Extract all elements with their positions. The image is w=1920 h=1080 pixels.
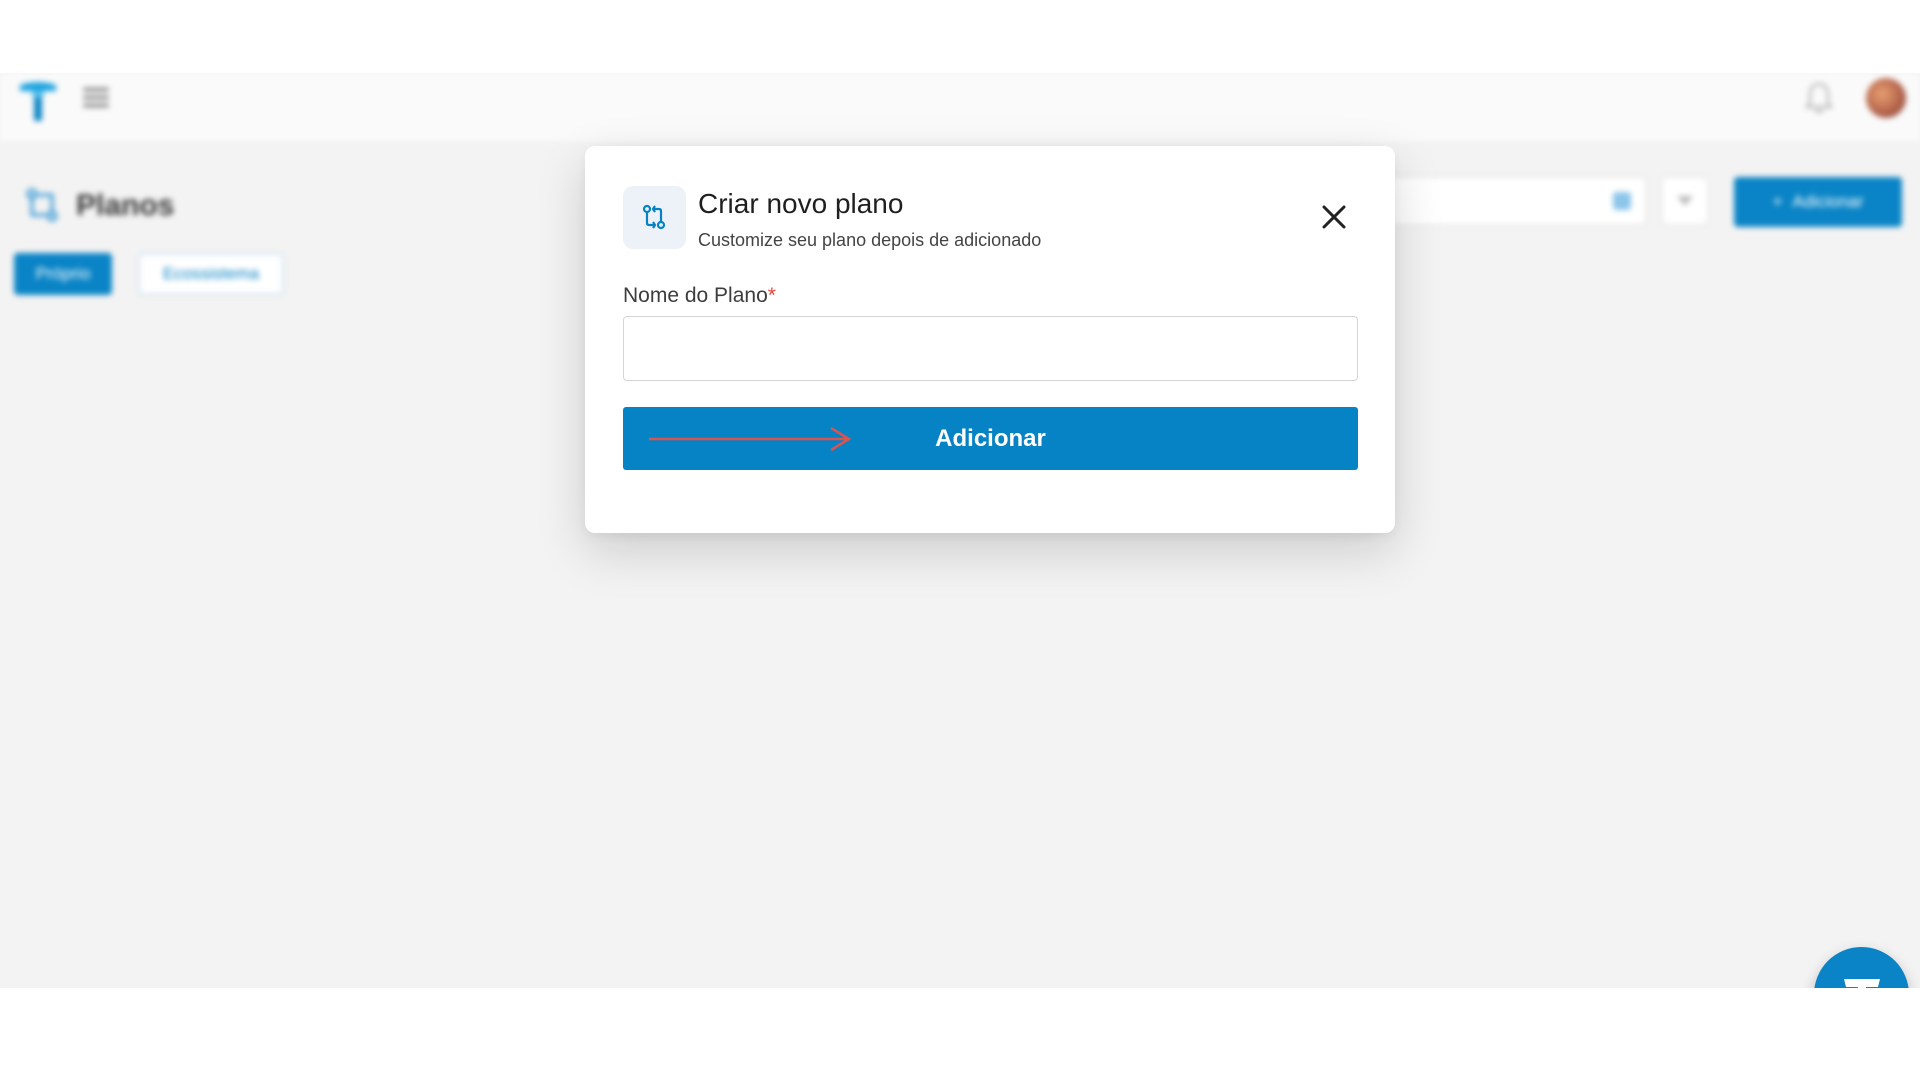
filter-dropdown[interactable] <box>1662 177 1708 225</box>
help-chat-button[interactable] <box>1814 947 1909 988</box>
screen: Planos Próprio Ecossistema + Adicionar C… <box>0 0 1920 1080</box>
modal-subtitle: Customize seu plano depois de adicionado <box>698 230 1042 250</box>
add-plan-button[interactable]: + Adicionar <box>1734 177 1902 227</box>
plan-name-label: Nome do Plano* <box>623 284 776 308</box>
bell-icon[interactable] <box>1804 81 1834 115</box>
page-title: Planos <box>76 189 175 222</box>
tab-ecossistema[interactable]: Ecossistema <box>138 253 284 295</box>
add-plan-button-label: Adicionar <box>1792 192 1864 211</box>
tab-proprio[interactable]: Próprio <box>14 253 112 295</box>
create-plan-modal: Criar novo plano Customize seu plano dep… <box>585 146 1395 533</box>
required-marker: * <box>767 284 776 307</box>
clear-icon[interactable] <box>1613 192 1631 210</box>
close-icon[interactable] <box>1318 201 1350 233</box>
git-compare-icon <box>642 204 666 230</box>
logo-icon <box>1844 979 1880 988</box>
logo-icon[interactable] <box>18 79 58 123</box>
modal-icon-container <box>623 186 686 249</box>
hamburger-menu-icon[interactable] <box>83 88 109 110</box>
modal-title: Criar novo plano <box>698 188 904 219</box>
plan-name-input[interactable] <box>623 316 1358 381</box>
plus-icon: + <box>1772 192 1783 211</box>
plan-name-label-text: Nome do Plano <box>623 284 768 307</box>
git-compare-icon <box>26 188 58 222</box>
arrow-icon <box>649 426 852 452</box>
top-bar <box>0 73 1920 141</box>
avatar[interactable] <box>1866 78 1906 118</box>
chevron-down-icon <box>1677 196 1693 206</box>
